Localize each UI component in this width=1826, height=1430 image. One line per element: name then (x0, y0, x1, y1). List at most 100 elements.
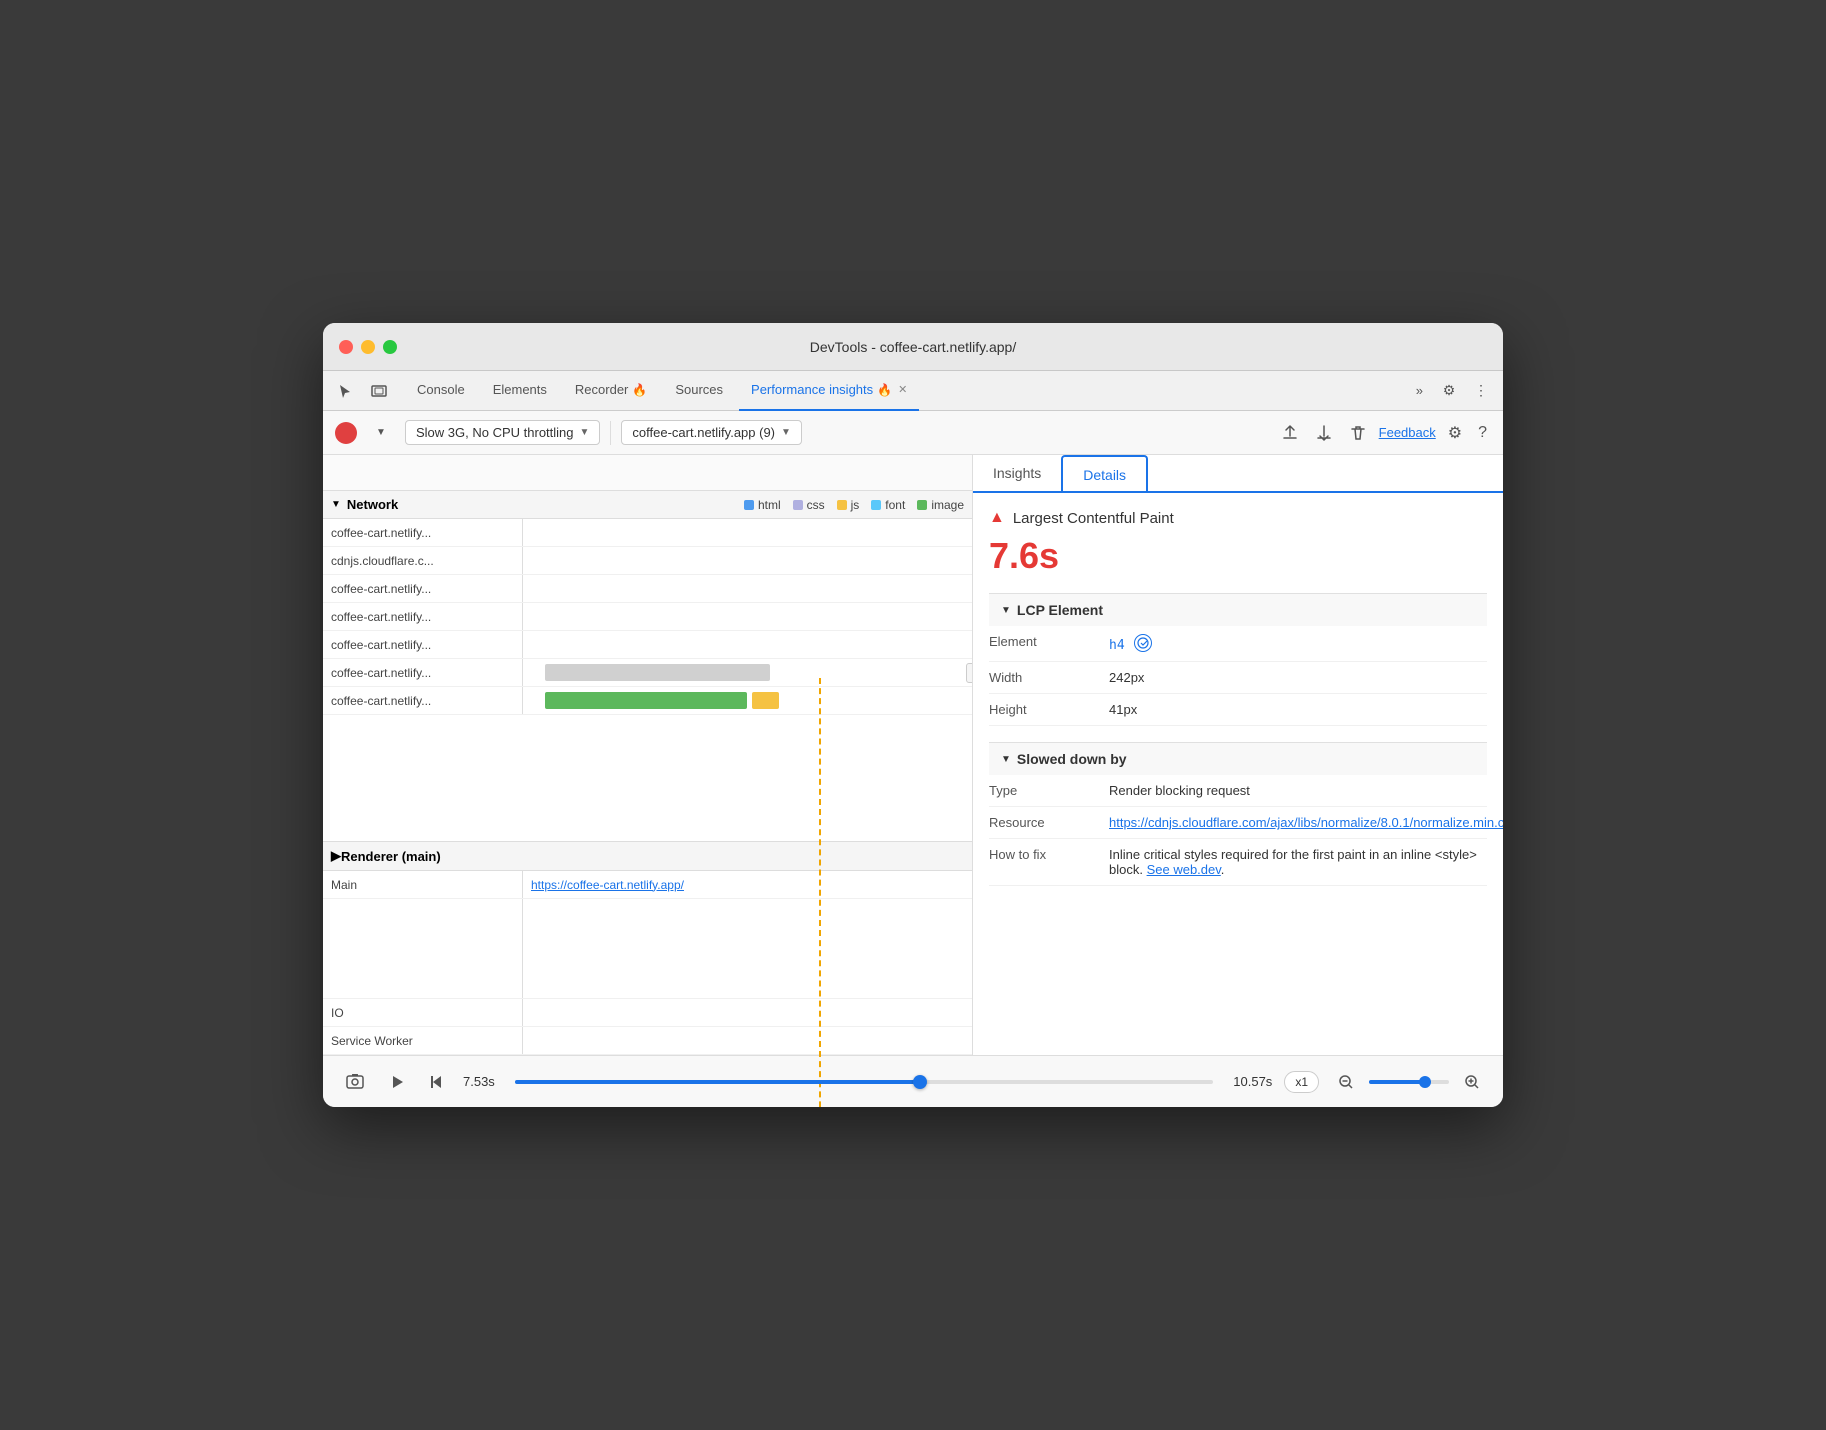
how-to-fix-value: Inline critical styles required for the … (1109, 847, 1487, 877)
delete-icon-button[interactable] (1345, 420, 1371, 446)
tab-close-icon[interactable]: ✕ (898, 383, 907, 396)
timeline-scrubber[interactable] (515, 1080, 1213, 1084)
toolbar-actions: Feedback ⚙ ? (1277, 419, 1491, 447)
resource-row: Resource https://cdnjs.cloudflare.com/aj… (989, 807, 1487, 839)
row-label-6: coffee-cart.netlify... (323, 687, 523, 714)
record-button[interactable] (335, 422, 357, 444)
table-row[interactable]: coffee-cart.netlify... (323, 519, 972, 547)
bottom-bar: 7.53s 10.57s x1 (323, 1055, 1503, 1107)
lcp-element-toggle-icon: ▼ (1001, 605, 1011, 616)
zoom-out-icon-button[interactable] (1331, 1069, 1361, 1095)
row-label-4: coffee-cart.netlify... (323, 631, 523, 658)
tab-icon-group (331, 377, 393, 405)
time-end-display: 10.57s (1233, 1074, 1272, 1089)
recorder-flame-icon: 🔥 (632, 383, 647, 397)
tab-sources[interactable]: Sources (663, 371, 735, 411)
font-color-dot (871, 500, 881, 510)
width-value: 242px (1109, 670, 1487, 685)
tab-elements[interactable]: Elements (481, 371, 559, 411)
record-dropdown-arrow[interactable]: ▼ (367, 419, 395, 447)
tab-console[interactable]: Console (405, 371, 477, 411)
renderer-toggle-icon: ▶ (331, 848, 341, 864)
toolbar-settings-icon[interactable]: ⚙ (1444, 419, 1466, 447)
renderer-sw-label: Service Worker (323, 1027, 523, 1054)
html-color-dot (744, 500, 754, 510)
network-rows: coffee-cart.netlify... cdnjs.cloudflare.… (323, 519, 972, 841)
how-to-fix-key: How to fix (989, 847, 1109, 877)
performance-flame-icon: 🔥 (877, 383, 892, 397)
table-row[interactable]: coffee-cart.netlify... › (323, 659, 972, 687)
download-icon-button[interactable] (1311, 420, 1337, 446)
table-row[interactable]: coffee-cart.netlify... (323, 603, 972, 631)
type-row: Type Render blocking request (989, 775, 1487, 807)
css-color-dot (793, 500, 803, 510)
renderer-row-main[interactable]: Main https://coffee-cart.netlify.app/ (323, 871, 972, 899)
renderer-main-link[interactable]: https://coffee-cart.netlify.app/ (523, 878, 972, 892)
row-label-0: coffee-cart.netlify... (323, 519, 523, 546)
timeline-panel: 7,200ms 8,000m ▲ LCP ▼ Network (323, 455, 973, 1055)
more-options-icon[interactable]: ⋮ (1467, 377, 1495, 405)
table-row[interactable]: cdnjs.cloudflare.c... (323, 547, 972, 575)
cursor-icon-button[interactable] (331, 377, 359, 405)
right-panel: Insights Details ▲ Largest Contentful Pa… (973, 455, 1503, 1055)
tab-recorder[interactable]: Recorder 🔥 (563, 371, 659, 411)
bar-segment (545, 664, 770, 680)
tab-performance-insights[interactable]: Performance insights 🔥 ✕ (739, 371, 919, 411)
speed-button[interactable]: x1 (1284, 1071, 1319, 1093)
see-web-dev-link[interactable]: See web.dev (1147, 862, 1221, 877)
table-row[interactable]: coffee-cart.netlify... (323, 575, 972, 603)
type-key: Type (989, 783, 1109, 798)
table-row[interactable]: coffee-cart.netlify... (323, 631, 972, 659)
maximize-button[interactable] (383, 340, 397, 354)
toolbar-separator (610, 421, 611, 445)
row-bar-6 (523, 687, 972, 714)
element-key: Element (989, 634, 1109, 653)
zoom-slider[interactable] (1369, 1080, 1449, 1084)
network-throttle-dropdown[interactable]: Slow 3G, No CPU throttling ▼ (405, 420, 600, 445)
zoom-slider-fill (1369, 1080, 1425, 1084)
tab-insights[interactable]: Insights (973, 455, 1061, 491)
width-row: Width 242px (989, 662, 1487, 694)
feedback-link[interactable]: Feedback (1379, 425, 1436, 440)
row-bar-2 (523, 575, 972, 602)
tab-details[interactable]: Details (1061, 455, 1148, 493)
close-button[interactable] (339, 340, 353, 354)
origin-dropdown-arrow-icon: ▼ (781, 427, 791, 438)
play-icon-button[interactable] (383, 1070, 411, 1094)
screenshot-icon-button[interactable] (339, 1068, 371, 1096)
slowed-down-header[interactable]: ▼ Slowed down by (989, 743, 1487, 775)
resource-link[interactable]: https://cdnjs.cloudflare.com/ajax/libs/n… (1109, 815, 1503, 830)
lcp-element-header[interactable]: ▼ LCP Element (989, 594, 1487, 626)
minimize-button[interactable] (361, 340, 375, 354)
expand-chevron-icon[interactable]: › (966, 663, 972, 683)
network-legend: html css js font (744, 498, 964, 512)
js-color-dot (837, 500, 847, 510)
device-icon-button[interactable] (365, 377, 393, 405)
toolbar-help-icon[interactable]: ? (1474, 420, 1491, 446)
renderer-section-header[interactable]: ▶ Renderer (main) (323, 842, 972, 871)
origin-dropdown[interactable]: coffee-cart.netlify.app (9) ▼ (621, 420, 802, 445)
row-bar-4 (523, 631, 972, 658)
row-bar-3 (523, 603, 972, 630)
renderer-main-spacer (323, 899, 972, 999)
network-section-header[interactable]: ▼ Network html css js (323, 491, 972, 519)
row-bar-1 (523, 547, 972, 574)
zoom-in-icon-button[interactable] (1457, 1069, 1487, 1095)
row-label-2: coffee-cart.netlify... (323, 575, 523, 602)
how-to-fix-row: How to fix Inline critical styles requir… (989, 839, 1487, 886)
bar-segment-green (545, 692, 747, 708)
image-color-dot (917, 500, 927, 510)
devtools-window: DevTools - coffee-cart.netlify.app/ Cons… (323, 323, 1503, 1107)
renderer-io-label: IO (323, 999, 523, 1026)
table-row[interactable]: coffee-cart.netlify... (323, 687, 972, 715)
bar-segment-yellow (752, 692, 779, 708)
skip-to-start-icon-button[interactable] (423, 1070, 451, 1094)
element-value: h4 (1109, 634, 1487, 653)
devtools-tab-bar: Console Elements Recorder 🔥 Sources Perf… (323, 371, 1503, 411)
settings-gear-icon[interactable]: ⚙ (1435, 377, 1463, 405)
upload-icon-button[interactable] (1277, 420, 1303, 446)
more-tabs-button[interactable]: » (1408, 379, 1431, 402)
inspect-element-icon[interactable] (1134, 634, 1152, 652)
slider-thumb (913, 1075, 927, 1089)
legend-image: image (917, 498, 964, 512)
